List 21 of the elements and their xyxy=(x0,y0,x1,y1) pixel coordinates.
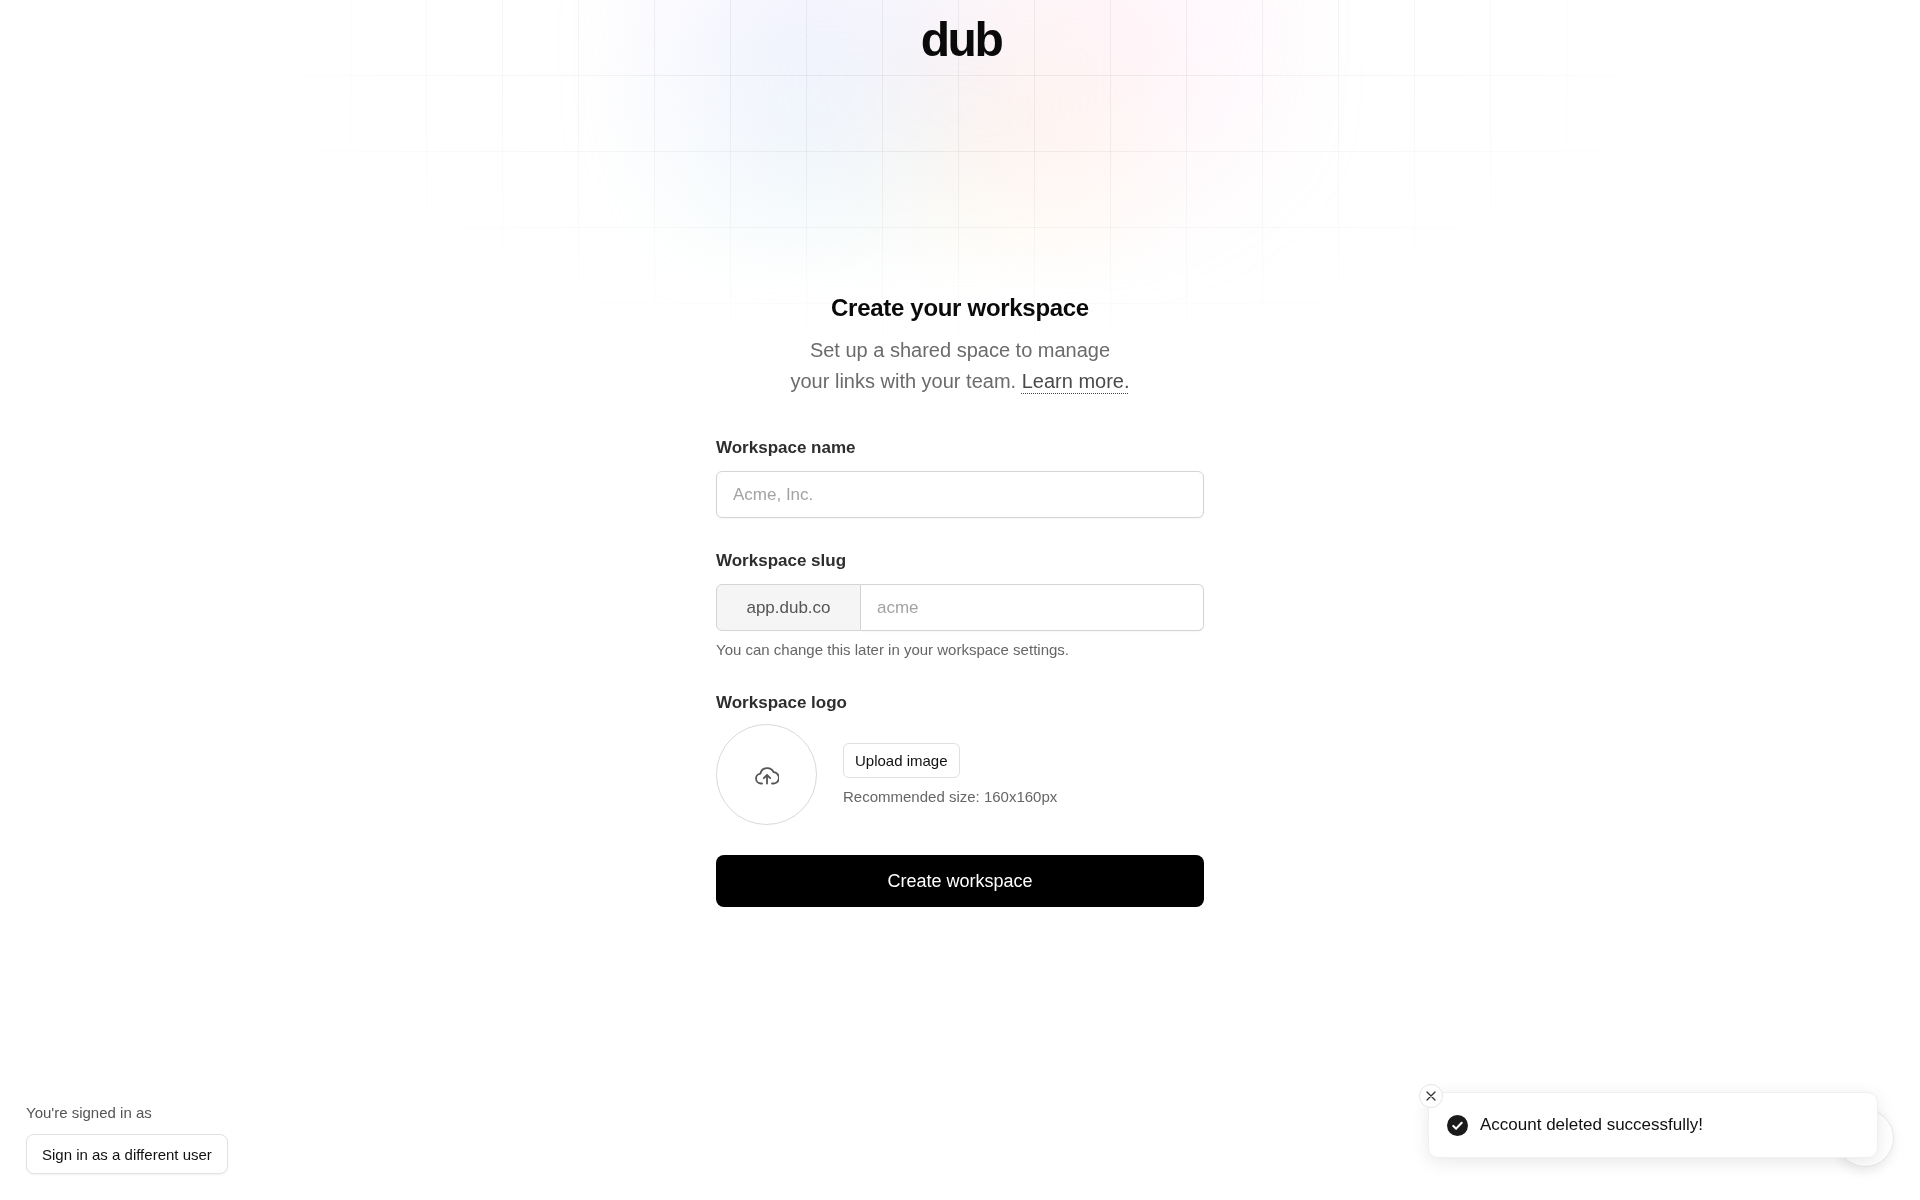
help-text: You can change this later in your workspace settings. xyxy=(716,640,1070,660)
subtitle-text: Set up a shared space to manage your links with your team. Learn more. xyxy=(789,338,1131,394)
create-workspace-button[interactable]: Create workspace xyxy=(716,855,1204,907)
slug-input[interactable]: acme xyxy=(861,584,1204,631)
page-title: Create your workspace xyxy=(831,293,1089,323)
upload-image-button[interactable]: Upload image xyxy=(843,742,960,778)
field-label: Workspace slug xyxy=(716,550,848,572)
logo-text: dub xyxy=(919,16,1002,64)
help-text: Recommended size: 160x160px xyxy=(843,786,1058,807)
cloud-upload-icon xyxy=(754,764,779,785)
field-label: Workspace logo xyxy=(716,692,848,714)
switch-user-button[interactable]: Sign in as a different user xyxy=(26,1134,228,1174)
url-prefix: app.dub.co xyxy=(716,584,861,631)
close-icon xyxy=(1426,1091,1436,1101)
toast-message: Account deleted successfully! xyxy=(1480,1114,1703,1136)
check-circle-icon xyxy=(1447,1114,1468,1136)
workspace-name-input[interactable]: Acme, Inc. xyxy=(716,471,1204,518)
learn-more-link[interactable]: Learn more. xyxy=(1021,370,1130,392)
close-button[interactable] xyxy=(1419,1084,1443,1108)
signed-in-text: You're signed in as xyxy=(26,1103,152,1123)
field-label: Workspace name xyxy=(716,437,857,459)
